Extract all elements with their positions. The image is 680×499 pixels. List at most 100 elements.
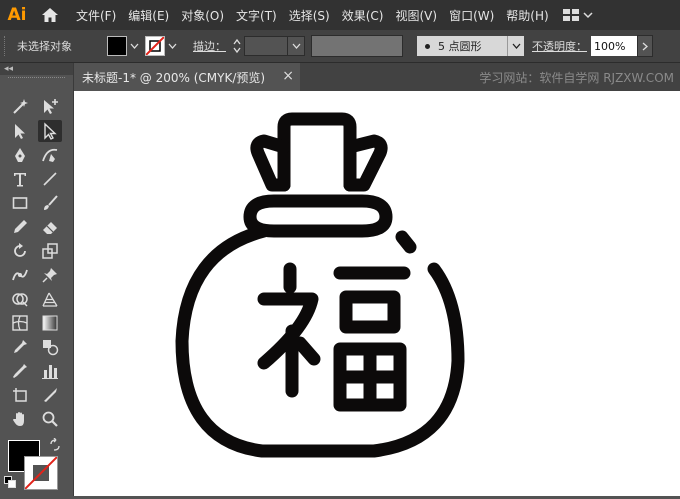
pen-tool[interactable] (8, 144, 32, 166)
mesh-tool[interactable] (8, 312, 32, 334)
chevron-down-icon (583, 12, 593, 19)
close-tab-icon[interactable]: × (282, 68, 294, 84)
document-tab[interactable]: 未标题-1* @ 200% (CMYK/预览) × (74, 63, 300, 91)
tools-panel-grip[interactable] (8, 77, 65, 90)
column-graph-icon (42, 365, 58, 379)
type-icon (14, 173, 26, 187)
stroke-dropdown[interactable] (165, 37, 179, 55)
menu-type[interactable]: 文字(T) (230, 7, 283, 24)
shaper-tool[interactable] (8, 216, 32, 238)
menu-view[interactable]: 视图(V) (389, 7, 443, 24)
hand-tool[interactable] (8, 408, 32, 430)
opacity-arrow-button[interactable] (637, 35, 653, 57)
panel-grip[interactable] (4, 36, 9, 56)
eyedropper-tool-2[interactable] (8, 360, 32, 382)
menu-select[interactable]: 选择(S) (283, 7, 336, 24)
line-segment-icon (43, 172, 57, 186)
home-icon (42, 8, 58, 22)
paintbrush-tool[interactable] (38, 192, 62, 214)
control-bar: 未选择对象 描边： 5 点圆形 不透明度： 100% (0, 30, 680, 63)
blend-icon (43, 340, 59, 356)
stroke-weight-label[interactable]: 描边： (193, 38, 226, 54)
hand-icon (13, 412, 24, 426)
rotate-tool[interactable] (8, 240, 32, 262)
type-tool[interactable] (8, 168, 32, 190)
fill-dropdown[interactable] (127, 37, 141, 55)
curvature-pen-icon (42, 148, 58, 162)
stroke-color-swatch[interactable] (24, 456, 58, 490)
group-selection-tool[interactable] (38, 96, 62, 118)
opacity-field[interactable]: 100% (591, 36, 637, 56)
stroke-swatch[interactable] (145, 36, 165, 56)
variable-width-profile[interactable] (311, 35, 403, 57)
chevron-down-icon (292, 43, 300, 49)
zoom-tool[interactable] (38, 408, 62, 430)
slice-tool[interactable] (38, 384, 62, 406)
opacity-label[interactable]: 不透明度： (532, 38, 587, 54)
stroke-weight-dropdown[interactable] (288, 36, 305, 56)
bag-body-left (175, 224, 465, 458)
artboard-icon (13, 388, 27, 402)
menu-bar: Ai 文件(F) 编辑(E) 对象(O) 文字(T) 选择(S) 效果(C) 视… (0, 0, 680, 30)
perspective-grid-icon (42, 292, 58, 307)
document-tab-title: 未标题-1* @ 200% (CMYK/预览) (82, 70, 266, 85)
workspace-switcher[interactable] (562, 9, 593, 21)
brush-definition[interactable]: 5 点圆形 (417, 36, 507, 56)
shape-builder-tool[interactable] (8, 288, 32, 310)
slice-knife-icon (44, 388, 57, 402)
spinner-arrows-icon (233, 38, 241, 54)
chevron-down-icon (168, 43, 176, 49)
direct-selection-icon (44, 122, 57, 140)
zoom-icon (42, 411, 58, 427)
pencil-icon (14, 220, 27, 233)
stroke-weight-field[interactable] (244, 36, 288, 56)
chevron-right-icon (642, 42, 648, 50)
gradient-tool[interactable] (38, 312, 62, 334)
watermark-text: 学习网站：软件自学网 RJZXW.COM (479, 71, 674, 85)
magic-wand-tool[interactable] (8, 96, 32, 118)
artboard-tool[interactable] (8, 384, 32, 406)
blend-tool[interactable] (38, 336, 62, 358)
menu-file[interactable]: 文件(F) (70, 7, 122, 24)
pen-icon (15, 148, 25, 162)
eraser-tool[interactable] (38, 216, 62, 238)
default-colors-icon[interactable] (4, 476, 16, 488)
eyedropper-tool[interactable] (8, 336, 32, 358)
scale-tool[interactable] (38, 240, 62, 262)
shape-builder-icon (12, 293, 28, 307)
app-logo: Ai (7, 5, 27, 25)
selection-tool[interactable] (8, 120, 32, 142)
eyedropper-icon (14, 340, 27, 353)
direct-selection-tool[interactable] (38, 120, 62, 142)
perspective-grid-tool[interactable] (38, 288, 62, 310)
menu-object[interactable]: 对象(O) (175, 7, 230, 24)
stroke-weight-spinner[interactable] (230, 35, 244, 57)
puppet-warp-icon (12, 269, 28, 281)
round-brush-icon (425, 43, 430, 49)
line-segment-tool[interactable] (38, 168, 62, 190)
tools-panel-collapse[interactable]: ◂◂ (0, 63, 73, 75)
dropper-icon (13, 364, 27, 378)
chevron-down-icon (512, 43, 520, 49)
menu-effect[interactable]: 效果(C) (336, 7, 390, 24)
home-button[interactable] (34, 0, 66, 30)
swap-fill-stroke-icon[interactable] (48, 438, 62, 452)
menu-help[interactable]: 帮助(H) (500, 7, 554, 24)
arrow-selection-icon (15, 124, 25, 139)
brush-label: 5 点圆形 (438, 40, 482, 53)
curvature-tool[interactable] (38, 144, 62, 166)
rotate-icon (14, 243, 26, 257)
column-graph-tool[interactable] (38, 360, 62, 382)
puppet-warp-tool[interactable] (8, 264, 32, 286)
gradient-icon (42, 315, 58, 331)
no-stroke-icon (146, 37, 164, 55)
brush-dropdown[interactable] (507, 36, 524, 56)
artboard-canvas[interactable] (74, 91, 680, 496)
menu-window[interactable]: 窗口(W) (443, 7, 500, 24)
rectangle-tool[interactable] (8, 192, 32, 214)
menu-edit[interactable]: 编辑(E) (122, 7, 175, 24)
group-selection-icon (44, 99, 58, 114)
free-transform-tool[interactable] (38, 264, 62, 286)
bag-neck-band (243, 194, 393, 238)
fill-swatch[interactable] (107, 36, 127, 56)
